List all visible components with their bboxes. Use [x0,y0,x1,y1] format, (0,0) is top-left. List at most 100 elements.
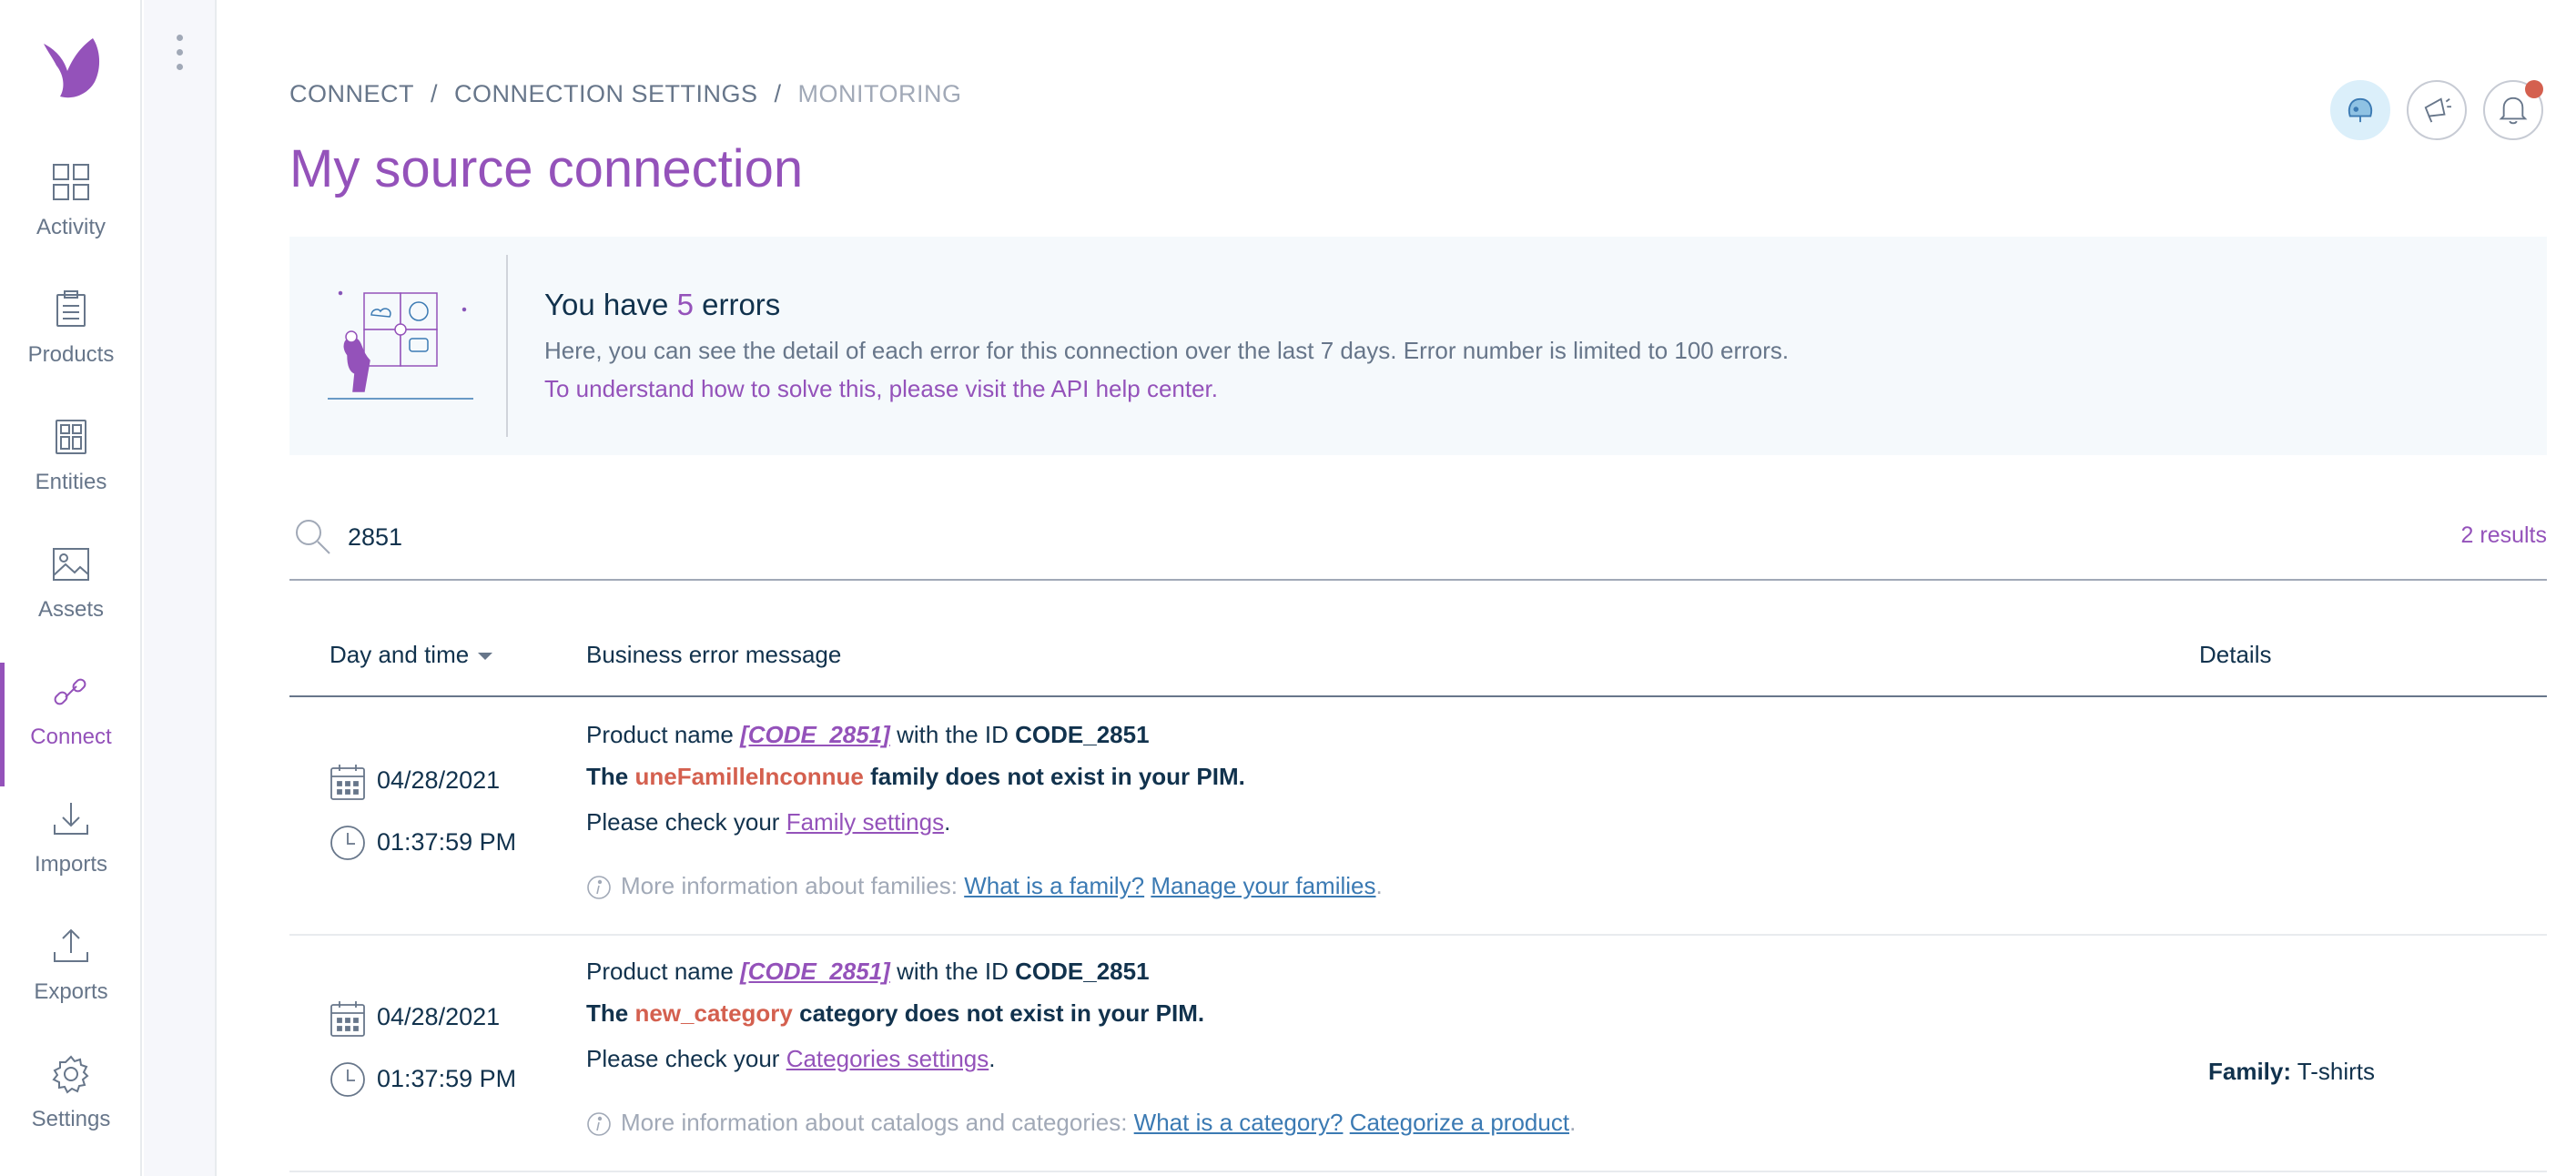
table-row: 04/28/2021 01:37:59 PM Product name [COD… [289,699,2547,936]
nav-item-assets[interactable]: Assets [0,533,142,661]
nav-label: Exports [34,979,108,1004]
error-value: new_category [634,999,793,1027]
products-icon [56,290,86,327]
error-time: 01:37:59 PM [377,1065,517,1092]
column-header-day-and-time[interactable]: Day and time [330,641,493,669]
notifications-button[interactable] [2483,80,2543,140]
what-is-a-category-link[interactable]: What is a category? [1134,1109,1344,1136]
product-name-link[interactable]: [CODE_2851] [740,721,890,748]
error-product-line: Product name [CODE_2851] with the ID COD… [586,958,1150,986]
error-message: The new_category category does not exist… [586,999,1204,1028]
check-prefix: Please check your [586,1045,780,1072]
column-header-details: Details [2199,641,2272,668]
search-bar: 2 results [289,510,2547,581]
info-icon [587,876,611,899]
check-prefix: Please check your [586,808,780,836]
error-prefix: The [586,999,629,1027]
error-message: The uneFamilleInconnue family does not e… [586,763,1245,791]
akeneo-logo[interactable] [36,31,106,100]
error-value: uneFamilleInconnue [634,763,864,790]
search-input[interactable] [348,517,1440,557]
nav-label: Settings [31,1107,111,1131]
assets-icon [53,548,89,581]
column-label: Day and time [330,641,470,668]
nav-label: Imports [34,852,107,877]
nav-item-products[interactable]: Products [0,279,142,406]
nav-label: Assets [37,597,105,622]
manage-your-families-link[interactable]: Manage your families [1151,872,1375,899]
check-suffix: . [989,1045,996,1072]
error-prefix: The [586,763,629,790]
main-navigation: Activity Products Entities Assets Connec… [0,0,142,1176]
helper-title-prefix: You have [544,288,669,321]
product-prefix: Product name [586,958,734,985]
breadcrumb: CONNECT / CONNECTION SETTINGS / MONITORING [289,80,962,108]
exports-icon [54,928,88,962]
connect-icon [54,678,86,705]
help-center-button[interactable] [2330,80,2390,140]
what-is-a-family-link[interactable]: What is a family? [964,872,1144,899]
nav-label: Entities [35,470,107,494]
info-icon [587,1112,611,1136]
nav-label: Connect [30,725,112,749]
header-actions [2330,80,2549,140]
info-suffix: . [1375,872,1383,899]
error-suffix: category does not exist in your PIM. [799,999,1205,1027]
secondary-panel [144,0,217,1176]
nav-item-exports[interactable]: Exports [0,916,142,1043]
megaphone-icon [2424,97,2451,123]
check-suffix: . [944,808,951,836]
error-time: 01:37:59 PM [377,828,517,856]
nav-item-entities[interactable]: Entities [0,406,142,533]
product-name-link[interactable]: [CODE_2851] [740,958,890,985]
nav-label: Activity [35,215,106,239]
nav-item-settings[interactable]: Settings [0,1043,142,1171]
imports-icon [54,803,88,835]
breadcrumb-item-connect[interactable]: CONNECT [289,80,414,107]
nav-item-imports[interactable]: Imports [0,788,142,916]
helper-title-suffix: errors [702,288,781,321]
table-row: 04/28/2021 01:37:59 PM Product name [COD… [289,936,2547,1172]
details-label: Family: [2208,1058,2292,1085]
nav-item-connect[interactable]: Connect [0,661,142,788]
id-prefix: with the ID [897,958,1009,985]
notification-badge [2525,80,2543,98]
family-settings-link[interactable]: Family settings [786,808,944,836]
details-value: T-shirts [2297,1058,2376,1085]
info-prefix: More information about catalogs and cate… [621,1109,1128,1136]
check-settings-line: Please check your Categories settings. [586,1045,995,1073]
error-suffix: family does not exist in your PIM. [870,763,1245,790]
categorize-a-product-link[interactable]: Categorize a product [1350,1109,1569,1136]
product-prefix: Product name [586,721,734,748]
info-prefix: More information about families: [621,872,958,899]
error-details: Family: T-shirts [2208,1058,2375,1086]
error-product-line: Product name [CODE_2851] with the ID COD… [586,721,1150,749]
error-count: 5 [676,288,694,321]
clock-icon [330,826,365,860]
activity-icon [53,164,89,200]
results-count: 2 results [2460,522,2547,548]
helper-divider [506,255,508,437]
breadcrumb-separator: / [431,80,439,107]
settings-icon [52,1055,89,1094]
categories-settings-link[interactable]: Categories settings [786,1045,989,1072]
column-header-business-error-message: Business error message [586,641,842,668]
error-helper-panel: You have 5 errors Here, you can see the … [289,237,2547,455]
product-id: CODE_2851 [1015,958,1150,985]
breadcrumb-item-connection-settings[interactable]: CONNECTION SETTINGS [454,80,758,107]
id-prefix: with the ID [897,721,1009,748]
sort-descending-icon [478,653,493,661]
api-help-center-link[interactable]: To understand how to solve this, please … [544,375,1218,403]
clock-icon [330,1062,365,1097]
breadcrumb-item-monitoring: MONITORING [797,80,962,107]
nav-item-activity[interactable]: Activity [0,151,142,279]
helper-description: Here, you can see the detail of each err… [544,337,1790,364]
check-settings-line: Please check your Family settings. [586,808,950,836]
announcements-button[interactable] [2407,80,2467,140]
error-date: 04/28/2021 [377,1003,501,1030]
more-information-line: More information about catalogs and cate… [586,1109,1576,1137]
more-options-icon[interactable] [177,35,184,75]
entities-icon [56,420,86,454]
search-icon [296,520,330,554]
page-title: My source connection [289,139,804,198]
